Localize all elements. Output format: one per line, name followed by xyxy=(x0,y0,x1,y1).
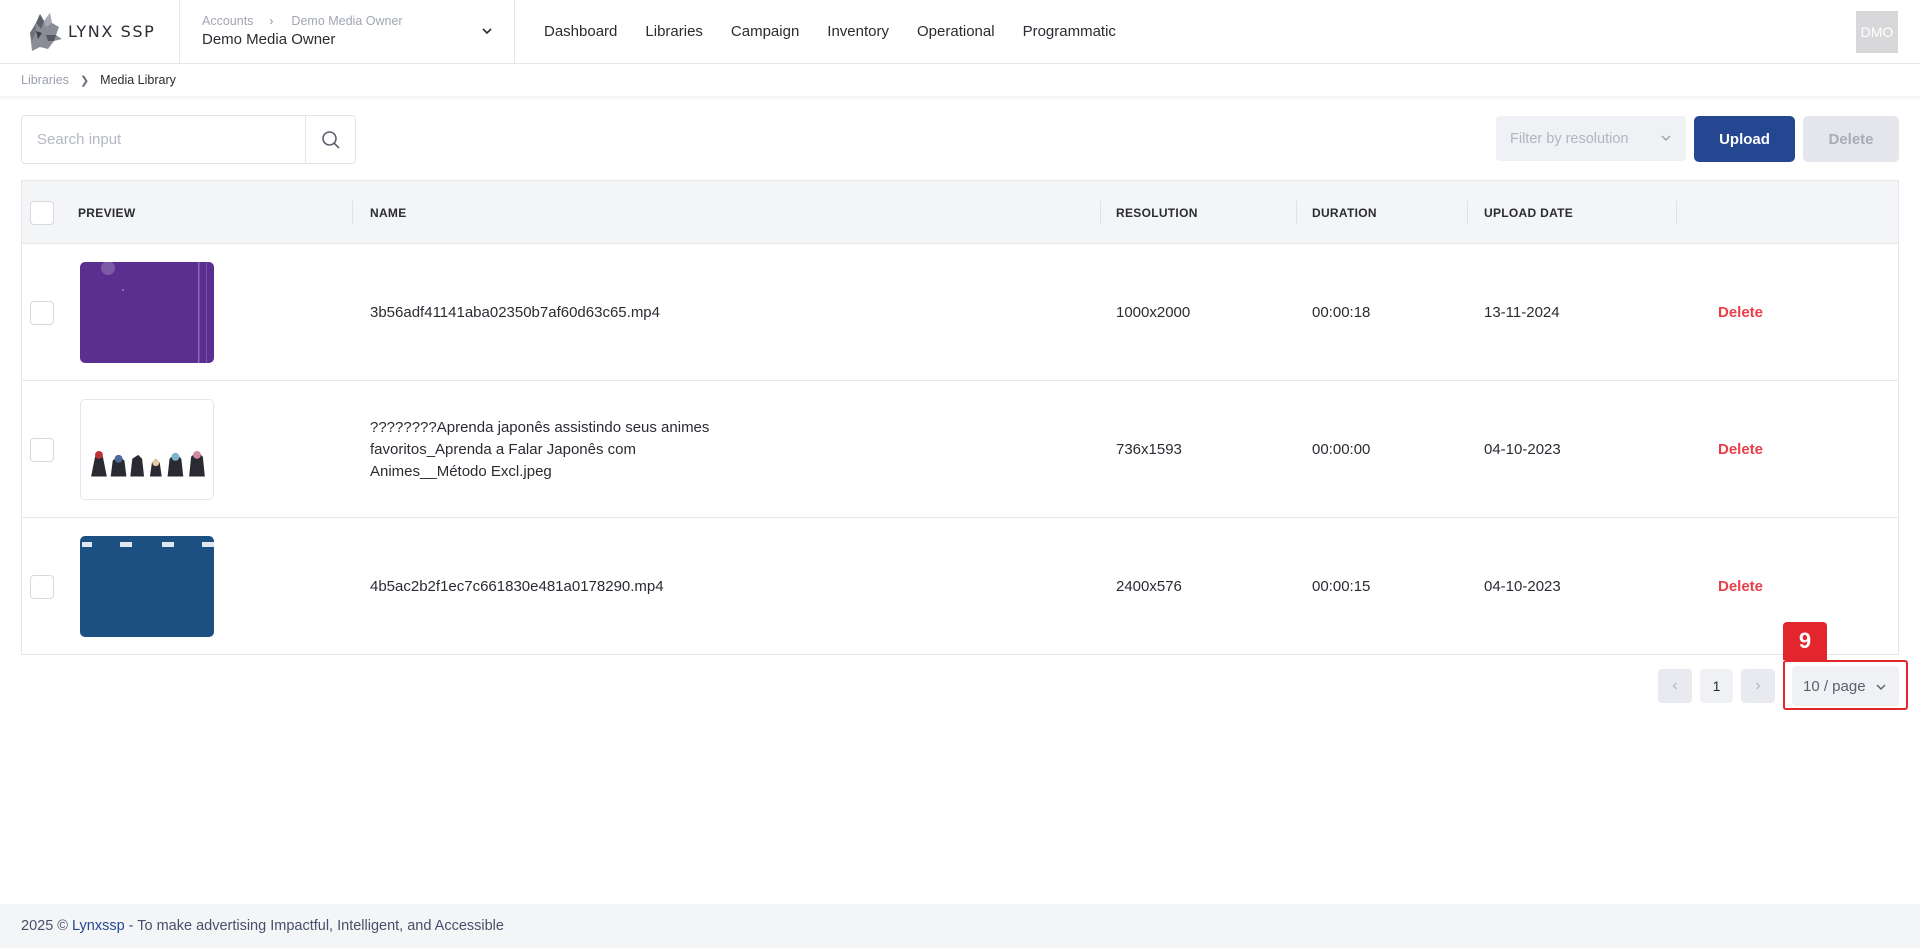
nav-programmatic[interactable]: Programmatic xyxy=(1023,23,1116,40)
row-checkbox[interactable] xyxy=(30,300,54,325)
file-name: 4b5ac2b2f1ec7c661830e481a0178290.mp4 xyxy=(370,577,664,595)
avatar[interactable]: DMO xyxy=(1856,11,1898,53)
chevron-right-icon xyxy=(1756,682,1761,690)
footer: 2025 © Lynxssp - To make advertising Imp… xyxy=(0,904,1920,948)
row-delete-link[interactable]: Delete xyxy=(1718,441,1763,458)
account-crumb-child: Demo Media Owner xyxy=(291,13,403,28)
column-header-preview: PREVIEW xyxy=(78,205,136,220)
column-divider xyxy=(1100,201,1101,224)
pagination-next-button[interactable] xyxy=(1741,669,1775,703)
annotation-box xyxy=(1783,660,1908,710)
pagination-prev-button[interactable] xyxy=(1658,669,1692,703)
table-header: PREVIEW NAME RESOLUTION DURATION UPLOAD … xyxy=(22,181,1898,244)
upload-date-value: 13-11-2024 xyxy=(1484,304,1560,321)
select-all-cell xyxy=(30,181,54,244)
bulk-delete-button[interactable]: Delete xyxy=(1803,116,1899,162)
footer-tagline: - To make advertising Impactful, Intelli… xyxy=(128,918,504,934)
search-input[interactable] xyxy=(22,116,306,163)
nav-operational[interactable]: Operational xyxy=(917,23,995,40)
media-table: PREVIEW NAME RESOLUTION DURATION UPLOAD … xyxy=(21,180,1899,655)
row-select-cell xyxy=(30,518,54,655)
nav-inventory[interactable]: Inventory xyxy=(827,23,889,40)
nav-libraries[interactable]: Libraries xyxy=(645,23,703,40)
duration-value: 00:00:18 xyxy=(1312,304,1371,321)
footer-prefix: 2025 © xyxy=(21,918,68,934)
top-header: LYNX SSP Accounts › Demo Media Owner Dem… xyxy=(0,0,1920,64)
lynx-logo-icon xyxy=(30,12,62,51)
upload-button[interactable]: Upload xyxy=(1694,116,1795,162)
column-divider xyxy=(352,201,353,224)
row-select-cell xyxy=(30,244,54,381)
chevron-down-icon xyxy=(1661,135,1671,141)
resolution-value: 1000x2000 xyxy=(1116,304,1191,321)
annotation-label: 9 xyxy=(1783,622,1827,660)
account-name: Demo Media Owner xyxy=(202,30,336,48)
row-checkbox[interactable] xyxy=(30,574,54,599)
select-all-checkbox[interactable] xyxy=(30,200,54,225)
preview-cell xyxy=(80,518,214,655)
row-select-cell xyxy=(30,381,54,518)
row-delete-link[interactable]: Delete xyxy=(1718,578,1763,595)
resolution-filter[interactable]: Filter by resolution xyxy=(1496,116,1686,161)
preview-cell xyxy=(80,244,214,381)
account-crumb-parent[interactable]: Accounts xyxy=(202,14,253,28)
column-divider xyxy=(1296,201,1297,224)
account-switcher[interactable]: Accounts › Demo Media Owner Demo Media O… xyxy=(180,0,515,64)
row-delete-link[interactable]: Delete xyxy=(1718,304,1763,321)
file-name: ????????Aprenda japonês assistindo seus … xyxy=(370,418,710,480)
resolution-filter-placeholder: Filter by resolution xyxy=(1510,130,1629,147)
table-row: ????????Aprenda japonês assistindo seus … xyxy=(22,381,1898,518)
breadcrumb-current: Media Library xyxy=(100,73,176,87)
column-header-upload-date: UPLOAD DATE xyxy=(1484,205,1574,220)
main-nav: Dashboard Libraries Campaign Inventory O… xyxy=(515,0,1144,64)
preview-cell xyxy=(80,381,214,518)
upload-date-value: 04-10-2023 xyxy=(1484,578,1561,595)
search-box xyxy=(21,115,356,164)
row-checkbox[interactable] xyxy=(30,437,54,462)
account-breadcrumb: Accounts › Demo Media Owner xyxy=(202,14,403,28)
column-header-duration: DURATION xyxy=(1312,205,1377,220)
search-button[interactable] xyxy=(305,116,355,163)
resolution-value: 736x1593 xyxy=(1116,441,1182,458)
video-thumbnail[interactable] xyxy=(80,262,214,363)
pagination-page[interactable]: 1 xyxy=(1700,669,1733,703)
logo[interactable]: LYNX SSP xyxy=(0,0,180,64)
upload-date-value: 04-10-2023 xyxy=(1484,441,1561,458)
file-name: 3b56adf41141aba02350b7af60d63c65.mp4 xyxy=(370,303,660,321)
nav-campaign[interactable]: Campaign xyxy=(731,23,799,40)
chevron-left-icon xyxy=(1672,682,1677,690)
footer-brand-link[interactable]: Lynxssp xyxy=(72,918,125,934)
resolution-value: 2400x576 xyxy=(1116,578,1182,595)
column-divider xyxy=(1467,201,1468,224)
column-header-resolution: RESOLUTION xyxy=(1116,205,1198,220)
chevron-right-icon: › xyxy=(269,13,274,28)
duration-value: 00:00:15 xyxy=(1312,578,1371,595)
table-row: 4b5ac2b2f1ec7c661830e481a0178290.mp4 240… xyxy=(22,518,1898,655)
duration-value: 00:00:00 xyxy=(1312,441,1371,458)
table-row: 3b56adf41141aba02350b7af60d63c65.mp4 100… xyxy=(22,244,1898,381)
video-thumbnail[interactable] xyxy=(80,536,214,637)
chevron-right-icon: ❯ xyxy=(79,74,90,87)
column-divider xyxy=(1676,201,1677,224)
image-thumbnail[interactable] xyxy=(80,399,214,500)
search-icon xyxy=(321,130,340,149)
chevron-down-icon[interactable] xyxy=(480,24,494,38)
logo-text: LYNX SSP xyxy=(68,22,156,41)
column-header-name: NAME xyxy=(370,205,407,220)
nav-dashboard[interactable]: Dashboard xyxy=(544,23,617,40)
breadcrumb-libraries[interactable]: Libraries xyxy=(21,73,69,87)
breadcrumb: Libraries ❯ Media Library xyxy=(0,64,1920,96)
